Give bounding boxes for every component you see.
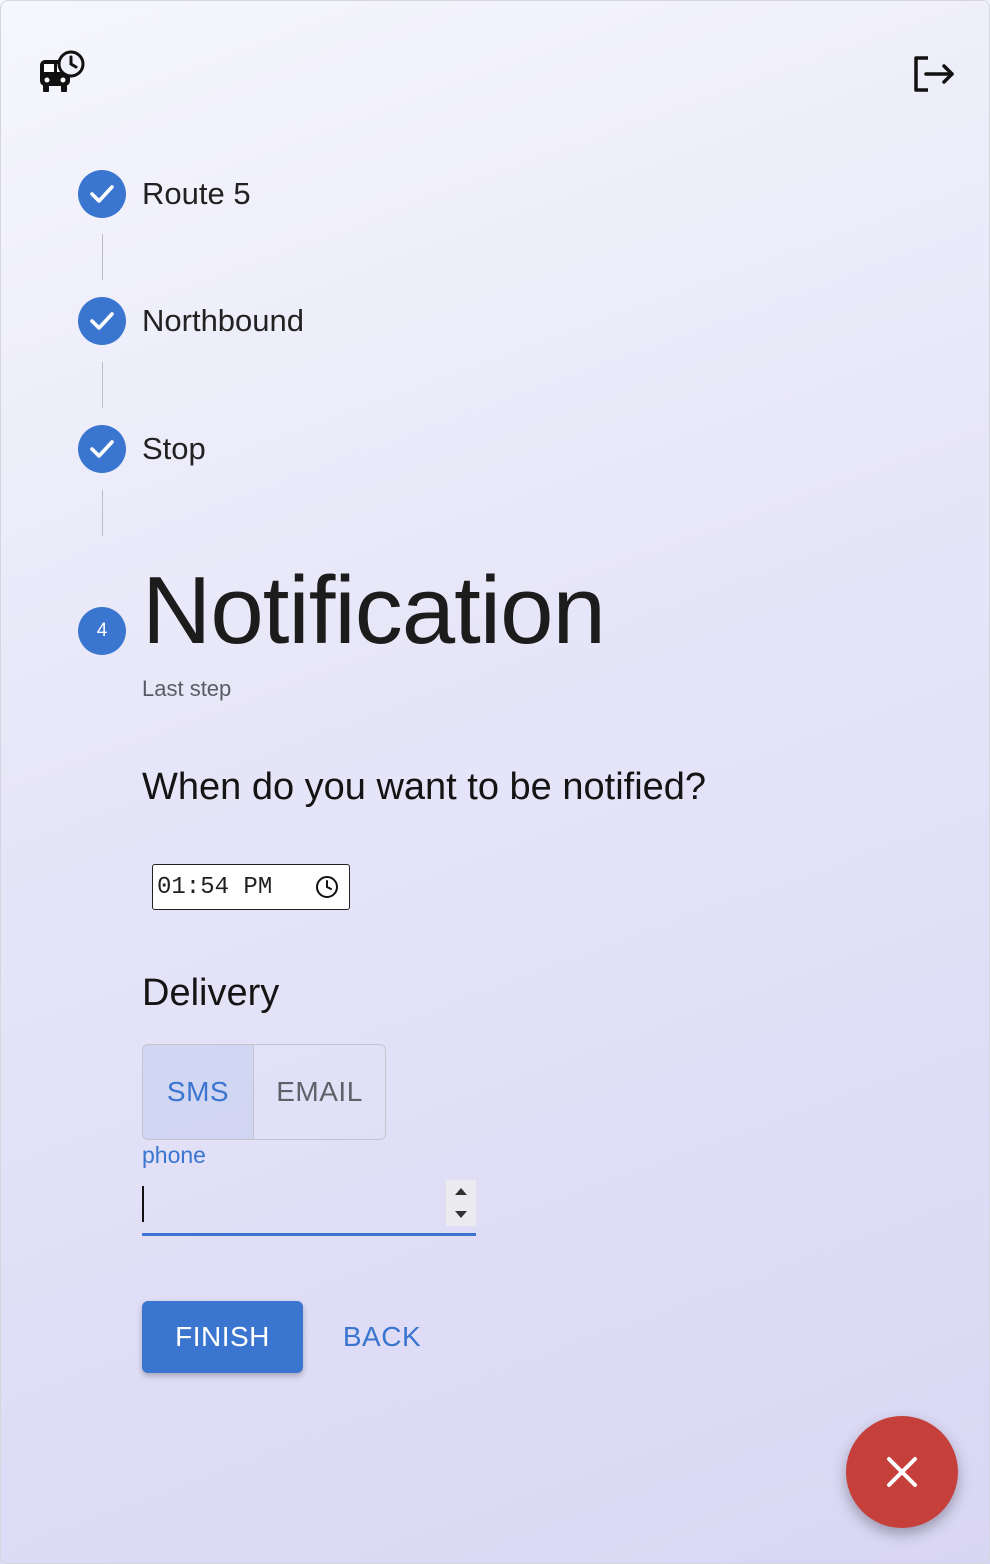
logout-button[interactable]: [908, 52, 958, 96]
step-title: Notification: [142, 557, 606, 664]
delivery-heading: Delivery: [142, 972, 280, 1014]
bus-clock-icon: [38, 50, 86, 96]
phone-field-label: phone: [142, 1142, 206, 1168]
email-toggle-button[interactable]: EMAIL: [254, 1045, 385, 1139]
clock-icon[interactable]: [315, 875, 339, 907]
logout-icon: [914, 56, 954, 92]
notify-time-question: When do you want to be notified?: [142, 766, 707, 808]
step-connector: [102, 362, 103, 408]
delivery-toggle-group: SMS EMAIL: [142, 1044, 386, 1140]
check-icon: [78, 170, 126, 218]
check-icon: [78, 425, 126, 473]
step-label: Route 5: [142, 176, 251, 211]
step-connector: [102, 490, 103, 536]
close-icon: [887, 1457, 917, 1487]
close-fab-button[interactable]: [846, 1416, 958, 1528]
step-label: Stop: [142, 431, 206, 466]
finish-button[interactable]: FINISH: [142, 1301, 303, 1373]
text-caret: [142, 1186, 144, 1222]
step-subtitle: Last step: [142, 676, 232, 701]
time-value: 01:54 PM: [157, 873, 273, 901]
phone-input[interactable]: [142, 1180, 476, 1236]
spin-up-icon[interactable]: [454, 1187, 468, 1196]
check-icon: [78, 297, 126, 345]
back-button[interactable]: BACK: [326, 1301, 438, 1373]
step-connector: [102, 234, 103, 280]
time-input[interactable]: 01:54 PM: [152, 864, 350, 910]
sms-toggle-button[interactable]: SMS: [143, 1045, 254, 1139]
number-spinner[interactable]: [446, 1180, 476, 1226]
step-label: Northbound: [142, 303, 305, 338]
spin-down-icon[interactable]: [454, 1210, 468, 1219]
step-number-badge: 4: [78, 607, 126, 655]
